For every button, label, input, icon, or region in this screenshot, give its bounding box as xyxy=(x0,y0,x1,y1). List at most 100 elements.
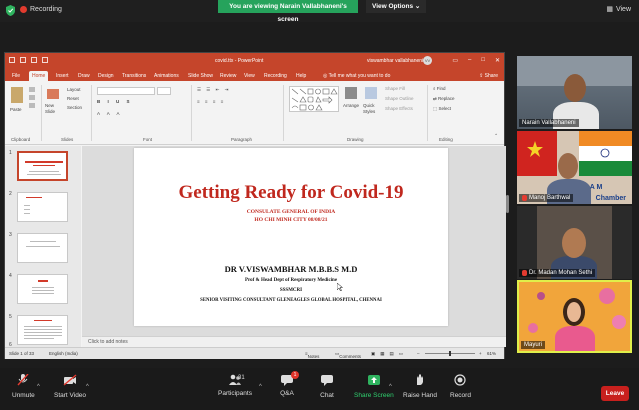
participants-button[interactable]: 31 Participants xyxy=(218,374,252,397)
tab-home[interactable]: Home xyxy=(29,71,49,81)
qa-button[interactable]: 1 Q&A xyxy=(280,371,299,397)
slide-consultant-line[interactable]: SENIOR VISITING CONSULTANT GLENEAGLES GL… xyxy=(134,298,448,303)
select-button[interactable]: ⬚ Select xyxy=(433,106,451,112)
participant-tile[interactable]: Narain Vallabhaneni xyxy=(517,56,632,129)
reset-button[interactable]: Reset xyxy=(67,96,79,101)
collapse-ribbon-icon[interactable]: ⌃ xyxy=(494,133,498,139)
slide-thumbnail-5[interactable] xyxy=(17,315,68,345)
chat-button[interactable]: Chat xyxy=(320,374,334,399)
new-slide-label[interactable]: New Slide xyxy=(45,103,63,115)
share-screen-button[interactable]: Share Screen xyxy=(354,374,394,399)
leave-button[interactable]: Leave xyxy=(601,386,629,401)
font-family-select[interactable] xyxy=(97,87,155,95)
save-icon[interactable] xyxy=(9,57,15,63)
shape-outline-button[interactable]: Shape Outline xyxy=(385,96,414,101)
tab-file[interactable]: File xyxy=(9,71,23,81)
slide-thumbnail-3[interactable] xyxy=(17,233,68,263)
view-mode-buttons[interactable]: ▣▦▤▭ xyxy=(371,351,408,357)
unmute-button[interactable]: Unmute xyxy=(12,373,35,399)
zoom-level[interactable]: 61% xyxy=(487,351,496,356)
tab-insert[interactable]: Insert xyxy=(53,71,72,81)
slide-subtitle-2[interactable]: HO CHI MINH CITY 08/08/21 xyxy=(134,217,448,223)
font-format-buttons[interactable]: B I U S xyxy=(97,99,133,104)
ribbon-display-icon[interactable]: ▭ xyxy=(452,57,458,64)
slide-presenter-role[interactable]: Prof & Head Dept of Respiratory Medicine xyxy=(134,278,448,283)
shared-screen-scrollbar[interactable] xyxy=(504,52,512,359)
comments-toggle[interactable]: ▭ Comments xyxy=(335,351,361,359)
section-button[interactable]: Section xyxy=(67,105,82,110)
layout-button[interactable]: Layout xyxy=(67,87,81,92)
tab-design[interactable]: Design xyxy=(95,71,117,81)
tab-transitions[interactable]: Transitions xyxy=(119,71,149,81)
minimize-icon[interactable]: – xyxy=(468,57,471,64)
tab-help[interactable]: Help xyxy=(293,71,309,81)
account-name[interactable]: viswambhar vallabhaneni xyxy=(367,58,423,64)
close-icon[interactable]: ✕ xyxy=(495,57,500,64)
undo-icon[interactable] xyxy=(20,57,26,63)
zoom-slider-knob[interactable] xyxy=(449,351,451,356)
tell-me-search[interactable]: ◎ Tell me what you want to do xyxy=(323,71,390,81)
slide-institution[interactable]: SSSMCRI xyxy=(134,288,448,293)
cut-icon[interactable] xyxy=(29,87,35,92)
participants-chevron-icon[interactable]: ^ xyxy=(259,384,262,390)
share-button[interactable]: ⇪ Share xyxy=(479,71,498,81)
slide-thumbnail-1[interactable] xyxy=(17,151,68,181)
font-size-select[interactable] xyxy=(157,87,171,95)
paste-icon[interactable] xyxy=(11,87,23,103)
start-video-button[interactable]: Start Video xyxy=(54,374,86,399)
security-shield-icon[interactable] xyxy=(6,5,15,16)
find-button[interactable]: ⌕ Find xyxy=(433,86,446,91)
arrange-icon[interactable] xyxy=(345,87,357,99)
align-buttons[interactable]: ≡ ≡ ≡ ≡ xyxy=(197,99,225,104)
redo-icon[interactable] xyxy=(31,57,37,63)
tab-slide-show[interactable]: Slide Show xyxy=(185,71,216,81)
paste-label[interactable]: Paste xyxy=(10,107,22,112)
shapes-gallery[interactable] xyxy=(289,86,339,112)
slide-subtitle-1[interactable]: CONSULATE GENERAL OF INDIA xyxy=(134,209,448,215)
scrollbar-thumb[interactable] xyxy=(506,195,509,213)
slide-title[interactable]: Getting Ready for Covid-19 xyxy=(134,182,448,204)
tab-review[interactable]: Review xyxy=(217,71,239,81)
notes-pane[interactable]: Click to add notes xyxy=(82,336,506,347)
copy-icon[interactable] xyxy=(29,95,35,100)
participant-tile[interactable]: N A M Manoj Barthwal Chamber xyxy=(517,131,632,204)
slide-presenter-name[interactable]: DR V.VISWAMBHAR M.B.B.S M.D xyxy=(134,264,448,274)
tab-draw[interactable]: Draw xyxy=(75,71,93,81)
tab-animations[interactable]: Animations xyxy=(151,71,182,81)
participant-tile[interactable]: Dr. Madan Mohan Sethi xyxy=(517,206,632,279)
new-slide-icon[interactable] xyxy=(47,89,59,99)
zoom-slider[interactable] xyxy=(425,351,475,356)
record-button[interactable]: Record xyxy=(450,374,471,399)
zoom-out-icon[interactable]: – xyxy=(417,351,420,356)
slide-thumbnails-pane[interactable]: 1 2 3 4 5 6 xyxy=(5,146,81,347)
language-indicator[interactable]: English (India) xyxy=(49,351,78,356)
participant-tile-active-speaker[interactable]: Mayuri xyxy=(517,280,632,353)
format-painter-icon[interactable] xyxy=(29,103,35,108)
present-icon[interactable] xyxy=(42,57,48,63)
share-options-chevron-icon[interactable]: ^ xyxy=(389,384,392,390)
account-avatar[interactable]: VV xyxy=(423,56,432,65)
zoom-in-icon[interactable]: + xyxy=(479,351,482,356)
maximize-icon[interactable]: □ xyxy=(481,57,485,64)
view-options-button[interactable]: View Options ⌄ xyxy=(366,0,427,13)
notes-toggle[interactable]: ≡ Notes xyxy=(305,351,319,359)
quick-styles-label[interactable]: Quick Styles xyxy=(363,103,379,115)
recording-indicator[interactable]: Recording xyxy=(20,6,62,13)
shape-fill-button[interactable]: Shape Fill xyxy=(385,86,405,91)
list-buttons[interactable]: ☰ ☰ ⇤ ⇥ xyxy=(197,87,230,93)
tab-recording[interactable]: Recording xyxy=(261,71,290,81)
video-options-chevron-icon[interactable]: ^ xyxy=(86,384,89,390)
tab-view[interactable]: View xyxy=(241,71,258,81)
quick-styles-icon[interactable] xyxy=(365,87,377,99)
raise-hand-button[interactable]: Raise Hand xyxy=(403,374,437,399)
view-button[interactable]: ▦ View xyxy=(606,5,631,14)
audio-options-chevron-icon[interactable]: ^ xyxy=(37,384,40,390)
slide-thumbnail-4[interactable] xyxy=(17,274,68,304)
current-slide[interactable]: Getting Ready for Covid-19 CONSULATE GEN… xyxy=(134,148,448,326)
replace-button[interactable]: ⇄ Replace xyxy=(433,96,455,102)
slide-editing-area[interactable]: Getting Ready for Covid-19 CONSULATE GEN… xyxy=(82,146,506,336)
arrange-label[interactable]: Arrange xyxy=(343,103,359,108)
font-color-buttons[interactable]: A A A xyxy=(97,111,123,116)
slide-thumbnail-2[interactable] xyxy=(17,192,68,222)
shape-effects-button[interactable]: Shape Effects xyxy=(385,106,413,111)
